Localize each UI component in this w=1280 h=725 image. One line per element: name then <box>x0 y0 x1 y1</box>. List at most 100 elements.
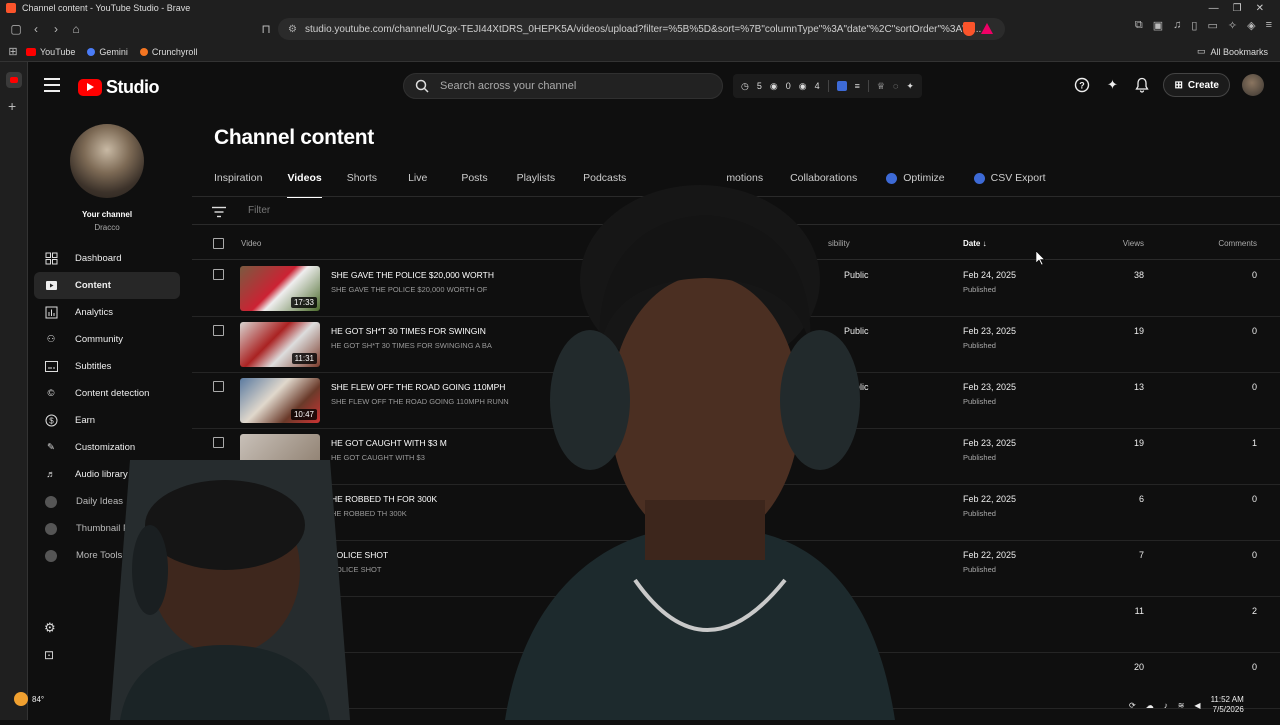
column-date[interactable]: Date ↓ <box>963 239 987 248</box>
video-thumbnail[interactable]: 11:31 <box>240 322 320 367</box>
help-icon[interactable]: ? <box>1073 76 1091 94</box>
video-title[interactable]: HE ROBBED TH FOR 300K <box>331 494 437 504</box>
sparkle-icon[interactable]: ✦ <box>1103 76 1121 94</box>
filter-bar[interactable]: Filter <box>192 197 1280 225</box>
brave-rewards-icon[interactable] <box>981 23 993 34</box>
leo-icon[interactable]: ✧ <box>1228 19 1237 32</box>
video-thumbnail[interactable] <box>240 434 320 479</box>
tab-shorts[interactable]: Shorts <box>347 170 377 198</box>
mic-icon[interactable]: ♪ <box>1164 701 1168 710</box>
sidebar-item-content[interactable]: Content <box>34 272 180 299</box>
visibility-value[interactable]: Public <box>844 270 869 280</box>
video-title[interactable]: POLICE SHOT <box>331 550 388 560</box>
sync-icon[interactable]: ⟳ <box>1129 701 1136 710</box>
restore-button[interactable]: ❐ <box>1233 3 1242 14</box>
trophy-icon[interactable]: ♕ <box>877 81 885 92</box>
tab-videos[interactable]: Videos <box>287 170 322 198</box>
account-avatar[interactable] <box>1242 74 1264 96</box>
menu-icon[interactable]: ≡ <box>1266 19 1272 32</box>
vpn-icon[interactable]: ◈ <box>1247 19 1255 32</box>
video-thumbnail[interactable] <box>240 546 320 591</box>
settings-gear-icon[interactable]: ⚙ <box>44 620 56 636</box>
video-title[interactable]: SHE GAVE THE POLICE $20,000 WORTH <box>331 270 494 280</box>
bookmark-crunchyroll[interactable]: Crunchyroll <box>139 47 197 57</box>
sidebar-toggle-icon[interactable]: ▢ <box>6 19 26 39</box>
site-settings-icon[interactable]: ⚙ <box>288 24 297 35</box>
tab-posts[interactable]: Posts <box>461 170 487 198</box>
video-thumbnail[interactable]: 17:33 <box>240 266 320 311</box>
media-icon[interactable]: ♫ <box>1173 19 1181 32</box>
sparkle-icon[interactable]: ✦ <box>906 81 914 92</box>
table-row[interactable]: 20 0 <box>192 652 1280 708</box>
sidebar-item-customization[interactable]: ✎ Customization <box>34 434 180 461</box>
list-icon[interactable]: ≡ <box>855 81 860 91</box>
select-all-checkbox[interactable] <box>213 238 224 249</box>
row-checkbox[interactable] <box>213 661 224 672</box>
tab-inspiration[interactable]: Inspiration <box>214 170 262 198</box>
chat-icon[interactable]: ◌ <box>893 81 898 91</box>
weather-widget[interactable]: 84° <box>14 692 44 706</box>
tab-live[interactable]: Live <box>408 170 427 198</box>
row-checkbox[interactable] <box>213 605 224 616</box>
all-bookmarks-button[interactable]: ▭ All Bookmarks <box>1197 46 1268 57</box>
wallet-icon[interactable]: ▭ <box>1207 19 1217 32</box>
video-title[interactable]: HE GOT SH*T 30 TIMES FOR SWINGIN <box>331 326 486 336</box>
tab-icon[interactable]: ▣ <box>1153 19 1163 32</box>
sidebar-item-community[interactable]: ⚇ Community <box>34 326 180 353</box>
table-row[interactable]: HE GOT CAUGHT WITH $3 M HE GOT CAUGHT WIT… <box>192 428 1280 484</box>
reader-icon[interactable]: ▯ <box>1191 19 1197 32</box>
table-row[interactable]: 17:33 SHE GAVE THE POLICE $20,000 WORTH SH… <box>192 260 1280 316</box>
cloud-icon[interactable]: ☁ <box>1146 701 1154 710</box>
visibility-value[interactable]: Public <box>844 382 869 392</box>
sidebar-item-analytics[interactable]: Analytics <box>34 299 180 326</box>
row-checkbox[interactable] <box>213 493 224 504</box>
row-checkbox[interactable] <box>213 549 224 560</box>
video-title[interactable]: SHE FLEW OFF THE ROAD GOING 110MPH <box>331 382 505 392</box>
forward-icon[interactable]: › <box>46 19 66 39</box>
feedback-icon[interactable]: ⊡ <box>44 648 56 662</box>
video-thumbnail[interactable] <box>240 658 320 703</box>
row-checkbox[interactable] <box>213 325 224 336</box>
table-row[interactable]: 11:31 HE GOT SH*T 30 TIMES FOR SWINGIN HE … <box>192 316 1280 372</box>
row-checkbox[interactable] <box>213 437 224 448</box>
bookmark-youtube[interactable]: YouTube <box>26 47 75 57</box>
notifications-bell-icon[interactable] <box>1133 76 1151 94</box>
sidebar-item-daily-ideas[interactable]: Daily Ideas <box>34 488 180 515</box>
extensions-icon[interactable]: ⧉ <box>1135 19 1143 32</box>
tab-podcasts[interactable]: Podcasts <box>583 170 626 198</box>
extension-stats-bar[interactable]: ◷ 5 ◉ 0 ◉ 4 ≡ ♕ ◌ ✦ <box>733 74 922 98</box>
table-row[interactable]: 11 2 <box>192 596 1280 652</box>
row-checkbox[interactable] <box>213 381 224 392</box>
youtube-tab-icon[interactable] <box>6 72 22 88</box>
new-tab-icon[interactable]: + <box>8 98 16 114</box>
brave-shields-icon[interactable] <box>963 22 975 36</box>
column-views[interactable]: Views <box>1092 239 1144 248</box>
sidebar-item-audio-library[interactable]: ♬ Audio library <box>34 461 180 488</box>
table-row[interactable]: POLICE SHOT POLICE SHOT Feb 22, 2025 Publis… <box>192 540 1280 596</box>
tab-collaborations[interactable]: Collaborations <box>790 170 857 198</box>
filter-icon[interactable] <box>212 205 226 217</box>
sidebar-item-subtitles[interactable]: Subtitles <box>34 353 180 380</box>
hamburger-menu-icon[interactable] <box>44 78 60 92</box>
video-thumbnail[interactable] <box>240 490 320 535</box>
create-button[interactable]: ⊞ Create <box>1163 73 1230 97</box>
volume-icon[interactable]: ◀ <box>1194 701 1200 710</box>
clock[interactable]: 11:52 AM 7/5/2026 <box>1211 695 1244 715</box>
tab-optimize[interactable]: Optimize <box>886 170 945 198</box>
video-thumbnail[interactable] <box>240 602 320 647</box>
tab-promotions[interactable]: motions <box>726 170 763 198</box>
video-title[interactable]: HE GOT CAUGHT WITH $3 M <box>331 438 447 448</box>
sidebar-item-earn[interactable]: $ Earn <box>34 407 180 434</box>
sidebar-item-thumbnail[interactable]: Thumbnail Pr <box>34 515 180 542</box>
studio-logo[interactable]: Studio <box>78 77 160 98</box>
bookmark-gemini[interactable]: Gemini <box>87 47 128 57</box>
column-visibility[interactable]: sibility <box>828 239 850 248</box>
close-window-button[interactable]: ✕ <box>1256 3 1264 14</box>
vidiq-icon[interactable] <box>836 81 847 91</box>
sidebar-item-dashboard[interactable]: Dashboard <box>34 245 180 272</box>
tab-csv-export[interactable]: CSV Export <box>973 170 1046 198</box>
home-icon[interactable]: ⌂ <box>66 19 86 39</box>
tab-playlists[interactable]: Playlists <box>517 170 556 198</box>
back-icon[interactable]: ‹ <box>26 19 46 39</box>
sidebar-item-more-tools[interactable]: More Tools <box>34 542 180 569</box>
